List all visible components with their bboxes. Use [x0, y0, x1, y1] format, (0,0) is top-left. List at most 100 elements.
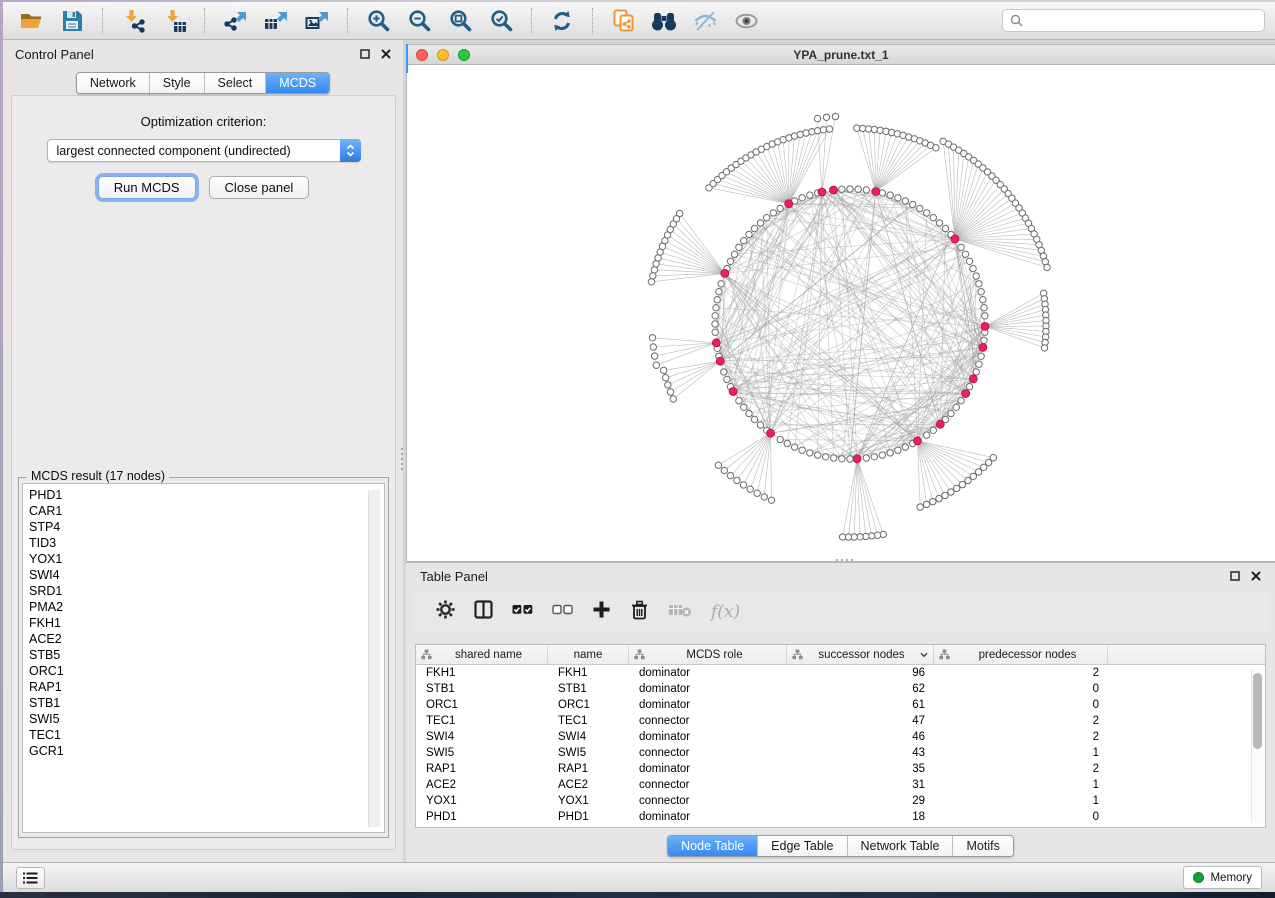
- table-row[interactable]: ORC1ORC1dominator610: [416, 697, 1265, 713]
- node-table-body: FKH1FKH1dominator962STB1STB1dominator620…: [416, 665, 1265, 825]
- list-item[interactable]: PHD1: [29, 487, 384, 503]
- import-table-button[interactable]: [156, 6, 192, 36]
- search-field[interactable]: [1002, 9, 1265, 32]
- import-network-button[interactable]: [115, 6, 151, 36]
- table-cell: ORC1: [548, 699, 629, 711]
- network-title: YPA_prune.txt_1: [407, 48, 1275, 62]
- vertical-splitter[interactable]: [401, 448, 403, 470]
- list-item[interactable]: TEC1: [29, 727, 384, 743]
- mcds-result-group: MCDS result (17 nodes) PHD1CAR1STP4TID3Y…: [18, 477, 389, 838]
- tab-edge-table[interactable]: Edge Table: [758, 836, 847, 856]
- tab-mcds[interactable]: MCDS: [266, 73, 329, 93]
- table-cell: 2: [934, 667, 1108, 679]
- mcds-result-list[interactable]: PHD1CAR1STP4TID3YOX1SWI4SRD1PMA2FKH1ACE2…: [22, 483, 385, 833]
- list-item[interactable]: ORC1: [29, 663, 384, 679]
- deselect-all-button[interactable]: [552, 602, 573, 622]
- list-item[interactable]: SRD1: [29, 583, 384, 599]
- tab-motifs[interactable]: Motifs: [953, 836, 1012, 856]
- network-titlebar[interactable]: YPA_prune.txt_1: [407, 45, 1275, 65]
- mcds-list-scrollbar[interactable]: [368, 490, 380, 827]
- close-panel-button[interactable]: Close panel: [209, 176, 310, 199]
- search-input[interactable]: [1027, 14, 1257, 28]
- column-header[interactable]: MCDS role: [629, 645, 787, 664]
- close-window-icon[interactable]: [416, 49, 428, 61]
- list-item[interactable]: ACE2: [29, 631, 384, 647]
- table-cell: SWI4: [548, 731, 629, 743]
- export-network-button[interactable]: [217, 6, 253, 36]
- column-header[interactable]: successor nodes: [787, 645, 934, 664]
- show-columns-button[interactable]: [474, 600, 493, 624]
- float-panel-icon[interactable]: [360, 49, 370, 59]
- zoom-fit-button[interactable]: [442, 6, 478, 36]
- list-item[interactable]: YOX1: [29, 551, 384, 567]
- optimization-criterion-select[interactable]: largest connected component (undirected): [47, 139, 361, 162]
- table-cell: TEC1: [416, 715, 548, 727]
- tab-style[interactable]: Style: [150, 73, 205, 93]
- add-button[interactable]: [592, 600, 611, 624]
- table-row[interactable]: STB1STB1dominator620: [416, 681, 1265, 697]
- network-focus-marker: [406, 44, 408, 73]
- table-row[interactable]: SWI4SWI4dominator462: [416, 729, 1265, 745]
- task-history-button[interactable]: [16, 867, 45, 889]
- search-network-button[interactable]: [646, 6, 682, 36]
- list-item[interactable]: FKH1: [29, 615, 384, 631]
- copy-share-button[interactable]: [605, 6, 641, 36]
- zoom-window-icon[interactable]: [458, 49, 470, 61]
- column-header[interactable]: name: [548, 645, 629, 664]
- list-item[interactable]: TID3: [29, 535, 384, 551]
- minimize-window-icon[interactable]: [437, 49, 449, 61]
- table-row[interactable]: YOX1YOX1connector291: [416, 793, 1265, 809]
- open-button[interactable]: [13, 6, 49, 36]
- zoom-in-button[interactable]: [360, 6, 396, 36]
- memory-button[interactable]: Memory: [1183, 866, 1262, 889]
- column-header[interactable]: predecessor nodes: [934, 645, 1108, 664]
- tab-network[interactable]: Network: [77, 73, 150, 93]
- function-builder-button[interactable]: f(x): [711, 602, 740, 622]
- tab-network-table[interactable]: Network Table: [848, 836, 954, 856]
- run-mcds-button[interactable]: Run MCDS: [98, 176, 196, 199]
- show-all-button[interactable]: [728, 6, 764, 36]
- table-cell: 2: [934, 763, 1108, 775]
- close-panel-icon[interactable]: [381, 49, 391, 59]
- table-row[interactable]: FKH1FKH1dominator962: [416, 665, 1265, 681]
- table-row[interactable]: SWI5SWI5connector431: [416, 745, 1265, 761]
- tab-select[interactable]: Select: [205, 73, 267, 93]
- list-item[interactable]: PMA2: [29, 599, 384, 615]
- export-image-button[interactable]: [299, 6, 335, 36]
- export-table-button[interactable]: [258, 6, 294, 36]
- table-cell: 2: [934, 715, 1108, 727]
- zoom-selected-button[interactable]: [483, 6, 519, 36]
- horizontal-splitter[interactable]: [836, 559, 853, 561]
- table-settings-button[interactable]: [436, 600, 455, 624]
- tab-node-table[interactable]: Node Table: [668, 836, 758, 856]
- list-item[interactable]: GCR1: [29, 743, 384, 759]
- zoom-out-button[interactable]: [401, 6, 437, 36]
- delete-table-button[interactable]: [668, 602, 692, 623]
- list-item[interactable]: SWI5: [29, 711, 384, 727]
- delete-button[interactable]: [630, 600, 649, 625]
- scrollbar-thumb[interactable]: [1253, 673, 1262, 749]
- list-item[interactable]: STB1: [29, 695, 384, 711]
- select-all-button[interactable]: [512, 602, 533, 622]
- chevron-up-down-icon: [346, 144, 355, 157]
- close-panel-icon[interactable]: [1251, 571, 1261, 581]
- list-item[interactable]: CAR1: [29, 503, 384, 519]
- table-cell: 2: [934, 731, 1108, 743]
- table-row[interactable]: TEC1TEC1connector472: [416, 713, 1265, 729]
- list-item[interactable]: SWI4: [29, 567, 384, 583]
- network-graph[interactable]: [407, 66, 1275, 561]
- list-item[interactable]: RAP1: [29, 679, 384, 695]
- refresh-button[interactable]: [544, 6, 580, 36]
- hide-selected-button[interactable]: [687, 6, 723, 36]
- float-panel-icon[interactable]: [1230, 571, 1240, 581]
- table-cell: SWI5: [416, 747, 548, 759]
- table-cell: 43: [787, 747, 934, 759]
- save-button[interactable]: [54, 6, 90, 36]
- list-item[interactable]: STB5: [29, 647, 384, 663]
- table-row[interactable]: ACE2ACE2connector311: [416, 777, 1265, 793]
- list-item[interactable]: STP4: [29, 519, 384, 535]
- column-header[interactable]: shared name: [416, 645, 548, 664]
- table-row[interactable]: PHD1PHD1dominator180: [416, 809, 1265, 825]
- table-row[interactable]: RAP1RAP1dominator352: [416, 761, 1265, 777]
- table-scrollbar[interactable]: [1251, 669, 1263, 823]
